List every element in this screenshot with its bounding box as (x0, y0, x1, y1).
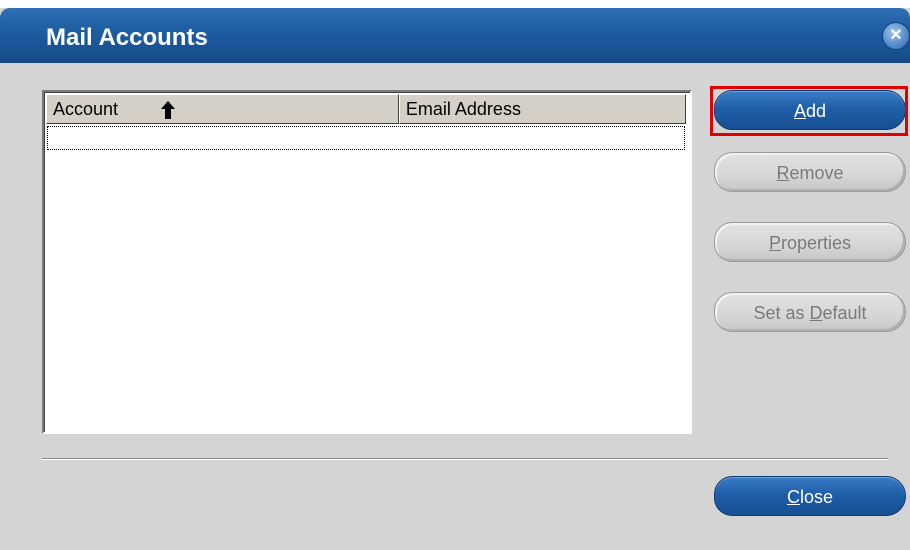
mail-accounts-dialog: Mail Accounts ✕ Account Email Address Ad… (0, 8, 910, 550)
sort-ascending-icon (161, 101, 175, 119)
highlight-frame (710, 86, 908, 136)
list-focus-row[interactable] (47, 126, 685, 150)
properties-button[interactable]: Properties (714, 222, 906, 262)
title-bar[interactable]: Mail Accounts ✕ (0, 8, 910, 63)
column-header-email[interactable]: Email Address (398, 94, 686, 124)
close-button-mnemonic: C (786, 487, 800, 507)
remove-button-label-post: emove (789, 163, 844, 183)
properties-button-label-post: roperties (780, 233, 852, 253)
remove-button-mnemonic: R (776, 163, 790, 183)
column-header-email-label: Email Address (405, 99, 521, 119)
column-header-account[interactable]: Account (46, 94, 399, 124)
separator (42, 458, 888, 460)
accounts-list[interactable]: Account Email Address (42, 90, 692, 434)
close-button[interactable]: Close (714, 476, 906, 516)
column-header-account-label: Account (53, 99, 119, 119)
set-default-button-label-post: efault (822, 303, 867, 323)
close-button-label-post: lose (799, 487, 834, 507)
set-default-button-label-pre: Set as (753, 303, 810, 323)
list-header: Account Email Address (46, 94, 686, 124)
close-window-icon[interactable]: ✕ (882, 22, 910, 50)
window-title: Mail Accounts (46, 24, 208, 51)
properties-button-mnemonic: P (768, 233, 781, 253)
set-default-button-mnemonic: D (809, 303, 823, 323)
set-as-default-button[interactable]: Set as Default (714, 292, 906, 332)
remove-button[interactable]: Remove (714, 152, 906, 192)
